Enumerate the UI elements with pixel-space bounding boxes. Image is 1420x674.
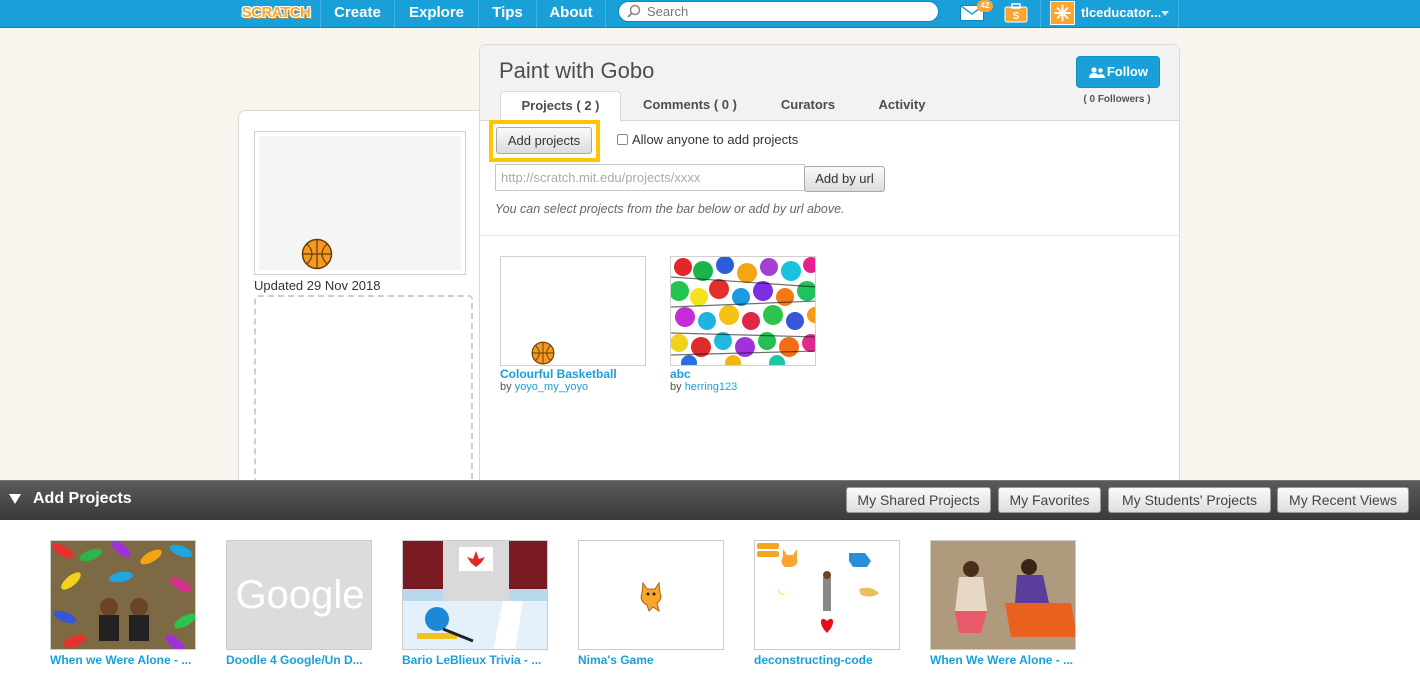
followers-count: ( 0 Followers ) [1083,94,1151,105]
people-icon [1089,67,1105,78]
tray-project-item[interactable]: When We Were Alone - ... [930,540,1078,667]
two-figures-illustration [931,541,1075,649]
by-label: by [670,381,682,393]
tray-project-item[interactable]: Nima's Game [578,540,726,667]
filter-my-students-projects[interactable]: My Students' Projects [1108,487,1271,513]
filter-my-recent-views[interactable]: My Recent Views [1277,487,1409,513]
allow-anyone-checkbox[interactable] [617,134,628,145]
add-projects-button[interactable]: Add projects [496,127,592,154]
page-title: Paint with Gobo [499,58,655,83]
tab-projects[interactable]: Projects ( 2 ) [500,91,621,122]
nav-tips[interactable]: Tips [478,0,536,28]
message-count-badge: 42 [977,0,993,12]
author-link[interactable]: yoyo_my_yoyo [515,381,588,393]
author-link[interactable]: herring123 [685,381,738,393]
user-avatar[interactable] [1050,1,1075,25]
project-card[interactable]: Colourful Basketball by yoyo_my_yoyo [500,256,650,393]
tray-project-thumbnail[interactable] [402,540,548,650]
tab-curators[interactable]: Curators [760,91,856,121]
updated-date: Updated 29 Nov 2018 [254,278,381,293]
tray-project-thumbnail[interactable] [578,540,724,650]
hockey-arena-illustration [403,541,547,649]
add-by-url-button[interactable]: Add by url [804,166,885,192]
my-stuff-icon[interactable]: S [1004,3,1028,23]
nav-explore[interactable]: Explore [394,0,478,28]
nav-about[interactable]: About [536,0,606,28]
filter-my-shared-projects[interactable]: My Shared Projects [846,487,991,513]
follow-label: Follow [1106,64,1148,79]
by-label: by [500,381,512,393]
avatar-icon [1054,4,1071,22]
tray-title[interactable]: Add Projects [33,490,132,508]
collapse-triangle-icon[interactable] [9,494,21,504]
tray-project-title[interactable]: Doodle 4 Google/Un D... [226,653,374,667]
divider [480,235,1179,236]
project-url-input[interactable]: http://scratch.mit.edu/projects/xxxx [495,164,805,191]
tray-project-item[interactable]: deconstructing-code [754,540,902,667]
scratch-logo[interactable]: SCRATCH [238,2,314,24]
tray-project-title[interactable]: When We Were Alone - ... [930,653,1078,667]
basketball-icon [301,238,333,270]
leaves-illustration [51,541,195,649]
tray-project-item[interactable]: Bario LeBlieux Trivia - ... [402,540,550,667]
project-title[interactable]: Colourful Basketball [500,367,650,381]
scratch-cat-icon [640,581,662,613]
project-thumbnail[interactable] [500,256,646,366]
allow-anyone-option[interactable]: Allow anyone to add projects [617,132,798,147]
tray-project-item[interactable]: When we Were Alone - ... [50,540,198,667]
allow-anyone-label: Allow anyone to add projects [632,132,799,147]
filter-my-favorites[interactable]: My Favorites [998,487,1101,513]
colorful-pattern-image [671,257,815,365]
nav-create[interactable]: Create [320,0,394,28]
tray-project-thumbnail[interactable] [930,540,1076,650]
nav-divider [1040,0,1041,28]
studio-thumbnail[interactable] [254,131,466,275]
tab-comments[interactable]: Comments ( 0 ) [632,91,748,121]
nav-divider [1178,0,1179,28]
tray-project-title[interactable]: When we Were Alone - ... [50,653,198,667]
tray-project-thumbnail[interactable]: Google [226,540,372,650]
tray-project-thumbnail[interactable] [754,540,900,650]
search-input[interactable] [647,4,927,19]
username[interactable]: tlceducator... [1081,0,1161,26]
sprites-collage [755,541,899,649]
project-author: by herring123 [670,381,820,393]
project-card[interactable]: abc by herring123 [670,256,820,393]
tray-project-thumbnail[interactable] [50,540,196,650]
tray-project-title[interactable]: Nima's Game [578,653,726,667]
tray-project-item[interactable]: Google Doodle 4 Google/Un D... [226,540,374,667]
project-thumbnail[interactable] [670,256,816,366]
tab-activity[interactable]: Activity [862,91,942,121]
basketball-icon [531,341,555,365]
search-box[interactable] [618,1,939,22]
svg-text:S: S [1013,11,1020,22]
studio-description-area[interactable] [254,295,473,495]
project-author: by yoyo_my_yoyo [500,381,650,393]
tray-project-title[interactable]: deconstructing-code [754,653,902,667]
follow-button[interactable]: Follow [1076,56,1160,88]
chevron-down-icon[interactable] [1161,11,1169,16]
project-title[interactable]: abc [670,367,820,381]
google-logo-text: Google [235,573,365,617]
add-projects-hint: You can select projects from the bar bel… [495,202,845,216]
search-icon [627,4,641,18]
tray-project-title[interactable]: Bario LeBlieux Trivia - ... [402,653,550,667]
